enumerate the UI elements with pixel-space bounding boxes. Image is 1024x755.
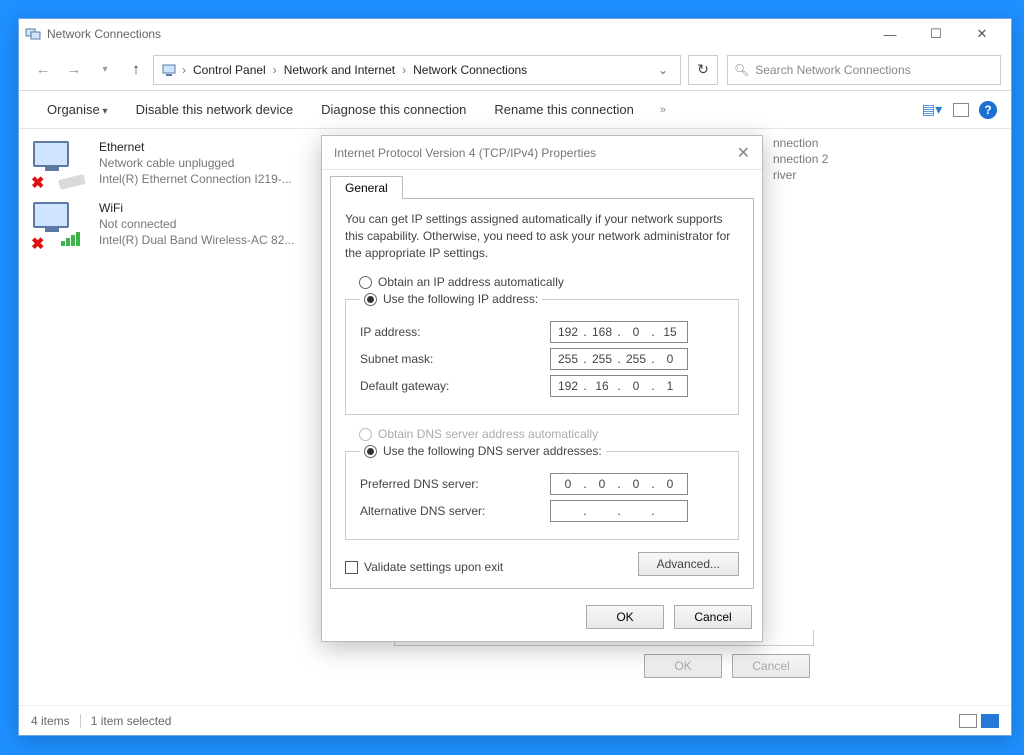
adapter-item-ethernet[interactable]: ✖ Ethernet Network cable unplugged Intel… bbox=[33, 139, 333, 188]
adapter-device: Intel(R) Dual Band Wireless-AC 82... bbox=[99, 232, 294, 248]
radio-icon bbox=[364, 293, 377, 306]
ok-button[interactable]: OK bbox=[586, 605, 664, 629]
breadcrumb-item[interactable]: Network and Internet bbox=[279, 63, 400, 77]
adapter-status: Network cable unplugged bbox=[99, 155, 292, 171]
alt-dns-label: Alternative DNS server: bbox=[360, 504, 550, 518]
ethernet-icon: ✖ bbox=[33, 139, 89, 183]
large-icons-view-button[interactable] bbox=[981, 714, 999, 728]
partial-text: nnection 2 bbox=[773, 151, 828, 167]
refresh-button[interactable]: ↻ bbox=[688, 55, 718, 85]
network-connections-icon bbox=[25, 26, 41, 42]
checkbox-label: Validate settings upon exit bbox=[364, 560, 503, 574]
search-placeholder: Search Network Connections bbox=[755, 63, 910, 77]
checkbox-icon bbox=[345, 561, 358, 574]
disable-device-button[interactable]: Disable this network device bbox=[122, 97, 308, 122]
breadcrumb-item[interactable]: Network Connections bbox=[408, 63, 532, 77]
wifi-icon: ✖ bbox=[33, 200, 89, 244]
chevron-right-icon: › bbox=[180, 63, 188, 77]
recent-locations-button[interactable]: ▾ bbox=[91, 56, 119, 84]
titlebar[interactable]: Network Connections — ☐ ✕ bbox=[19, 19, 1011, 49]
back-button[interactable]: ← bbox=[29, 56, 57, 84]
radio-use-ip[interactable]: Use the following IP address: bbox=[364, 292, 538, 306]
adapter-name: Ethernet bbox=[99, 139, 292, 155]
alt-dns-input[interactable]: . . . bbox=[550, 500, 688, 522]
diagnose-button[interactable]: Diagnose this connection bbox=[307, 97, 480, 122]
validate-checkbox[interactable]: Validate settings upon exit bbox=[345, 560, 503, 574]
chevron-right-icon: › bbox=[400, 63, 408, 77]
help-icon[interactable]: ? bbox=[979, 101, 997, 119]
adapter-name: WiFi bbox=[99, 200, 294, 216]
maximize-button[interactable]: ☐ bbox=[913, 19, 959, 49]
breadcrumb[interactable]: › Control Panel › Network and Internet ›… bbox=[153, 55, 681, 85]
dialog-description: You can get IP settings assigned automat… bbox=[345, 211, 739, 261]
command-bar: Organise Disable this network device Dia… bbox=[19, 91, 1011, 129]
radio-obtain-dns-auto: Obtain DNS server address automatically bbox=[359, 427, 739, 441]
cancel-button[interactable]: Cancel bbox=[674, 605, 752, 629]
radio-obtain-ip-auto[interactable]: Obtain an IP address automatically bbox=[359, 275, 739, 289]
radio-icon bbox=[359, 276, 372, 289]
status-bar: 4 items 1 item selected bbox=[19, 705, 1011, 735]
up-button[interactable]: ↑ bbox=[122, 56, 150, 84]
radio-label: Obtain DNS server address automatically bbox=[378, 427, 598, 441]
dialog-titlebar[interactable]: Internet Protocol Version 4 (TCP/IPv4) P… bbox=[322, 136, 762, 170]
chevron-down-icon[interactable]: ⌄ bbox=[650, 63, 676, 77]
forward-button[interactable]: → bbox=[60, 56, 88, 84]
ip-address-input[interactable]: 192. 168. 0. 15 bbox=[550, 321, 688, 343]
preferred-dns-label: Preferred DNS server: bbox=[360, 477, 550, 491]
default-gateway-input[interactable]: 192. 16. 0. 1 bbox=[550, 375, 688, 397]
radio-label: Use the following IP address: bbox=[383, 292, 538, 306]
search-input[interactable]: 🔍︎ Search Network Connections bbox=[727, 55, 1001, 85]
preview-pane-button[interactable] bbox=[953, 103, 969, 117]
adapter-status: Not connected bbox=[99, 216, 294, 232]
underlying-cancel-button[interactable]: Cancel bbox=[732, 654, 810, 678]
advanced-button[interactable]: Advanced... bbox=[638, 552, 739, 576]
radio-use-dns[interactable]: Use the following DNS server addresses: bbox=[364, 444, 602, 458]
partial-text: nnection bbox=[773, 135, 828, 151]
dialog-title: Internet Protocol Version 4 (TCP/IPv4) P… bbox=[334, 146, 596, 160]
details-view-button[interactable] bbox=[959, 714, 977, 728]
status-selected-count: 1 item selected bbox=[91, 714, 172, 728]
radio-label: Obtain an IP address automatically bbox=[378, 275, 564, 289]
organise-menu[interactable]: Organise bbox=[33, 97, 122, 122]
default-gateway-label: Default gateway: bbox=[360, 379, 550, 393]
subnet-mask-input[interactable]: 255. 255. 255. 0 bbox=[550, 348, 688, 370]
radio-icon bbox=[364, 445, 377, 458]
radio-label: Use the following DNS server addresses: bbox=[383, 444, 602, 458]
underlying-ok-button[interactable]: OK bbox=[644, 654, 722, 678]
search-icon: 🔍︎ bbox=[734, 63, 749, 77]
error-x-icon: ✖ bbox=[31, 173, 47, 189]
rename-button[interactable]: Rename this connection bbox=[480, 97, 647, 122]
adapter-item-partial: nnection nnection 2 river bbox=[773, 135, 993, 184]
ip-address-label: IP address: bbox=[360, 325, 550, 339]
subnet-mask-label: Subnet mask: bbox=[360, 352, 550, 366]
view-options-button[interactable]: ▤▾ bbox=[921, 99, 943, 121]
adapter-item-wifi[interactable]: ✖ WiFi Not connected Intel(R) Dual Band … bbox=[33, 200, 333, 249]
address-bar: ← → ▾ ↑ › Control Panel › Network and In… bbox=[19, 49, 1011, 91]
minimize-button[interactable]: — bbox=[867, 19, 913, 49]
pc-icon bbox=[161, 62, 177, 78]
ipv4-properties-dialog: Internet Protocol Version 4 (TCP/IPv4) P… bbox=[321, 135, 763, 642]
dialog-close-button[interactable]: ✕ bbox=[737, 143, 750, 163]
breadcrumb-item[interactable]: Control Panel bbox=[188, 63, 271, 77]
partial-text: river bbox=[773, 167, 828, 183]
preferred-dns-input[interactable]: 0. 0. 0. 0 bbox=[550, 473, 688, 495]
window-title: Network Connections bbox=[47, 27, 161, 41]
close-button[interactable]: ✕ bbox=[959, 19, 1005, 49]
tab-general[interactable]: General bbox=[330, 176, 403, 199]
radio-icon bbox=[359, 428, 372, 441]
adapter-device: Intel(R) Ethernet Connection I219-... bbox=[99, 171, 292, 187]
overflow-chevron-icon[interactable]: » bbox=[654, 104, 672, 116]
chevron-right-icon: › bbox=[271, 63, 279, 77]
error-x-icon: ✖ bbox=[31, 234, 47, 250]
status-item-count: 4 items bbox=[31, 714, 70, 728]
